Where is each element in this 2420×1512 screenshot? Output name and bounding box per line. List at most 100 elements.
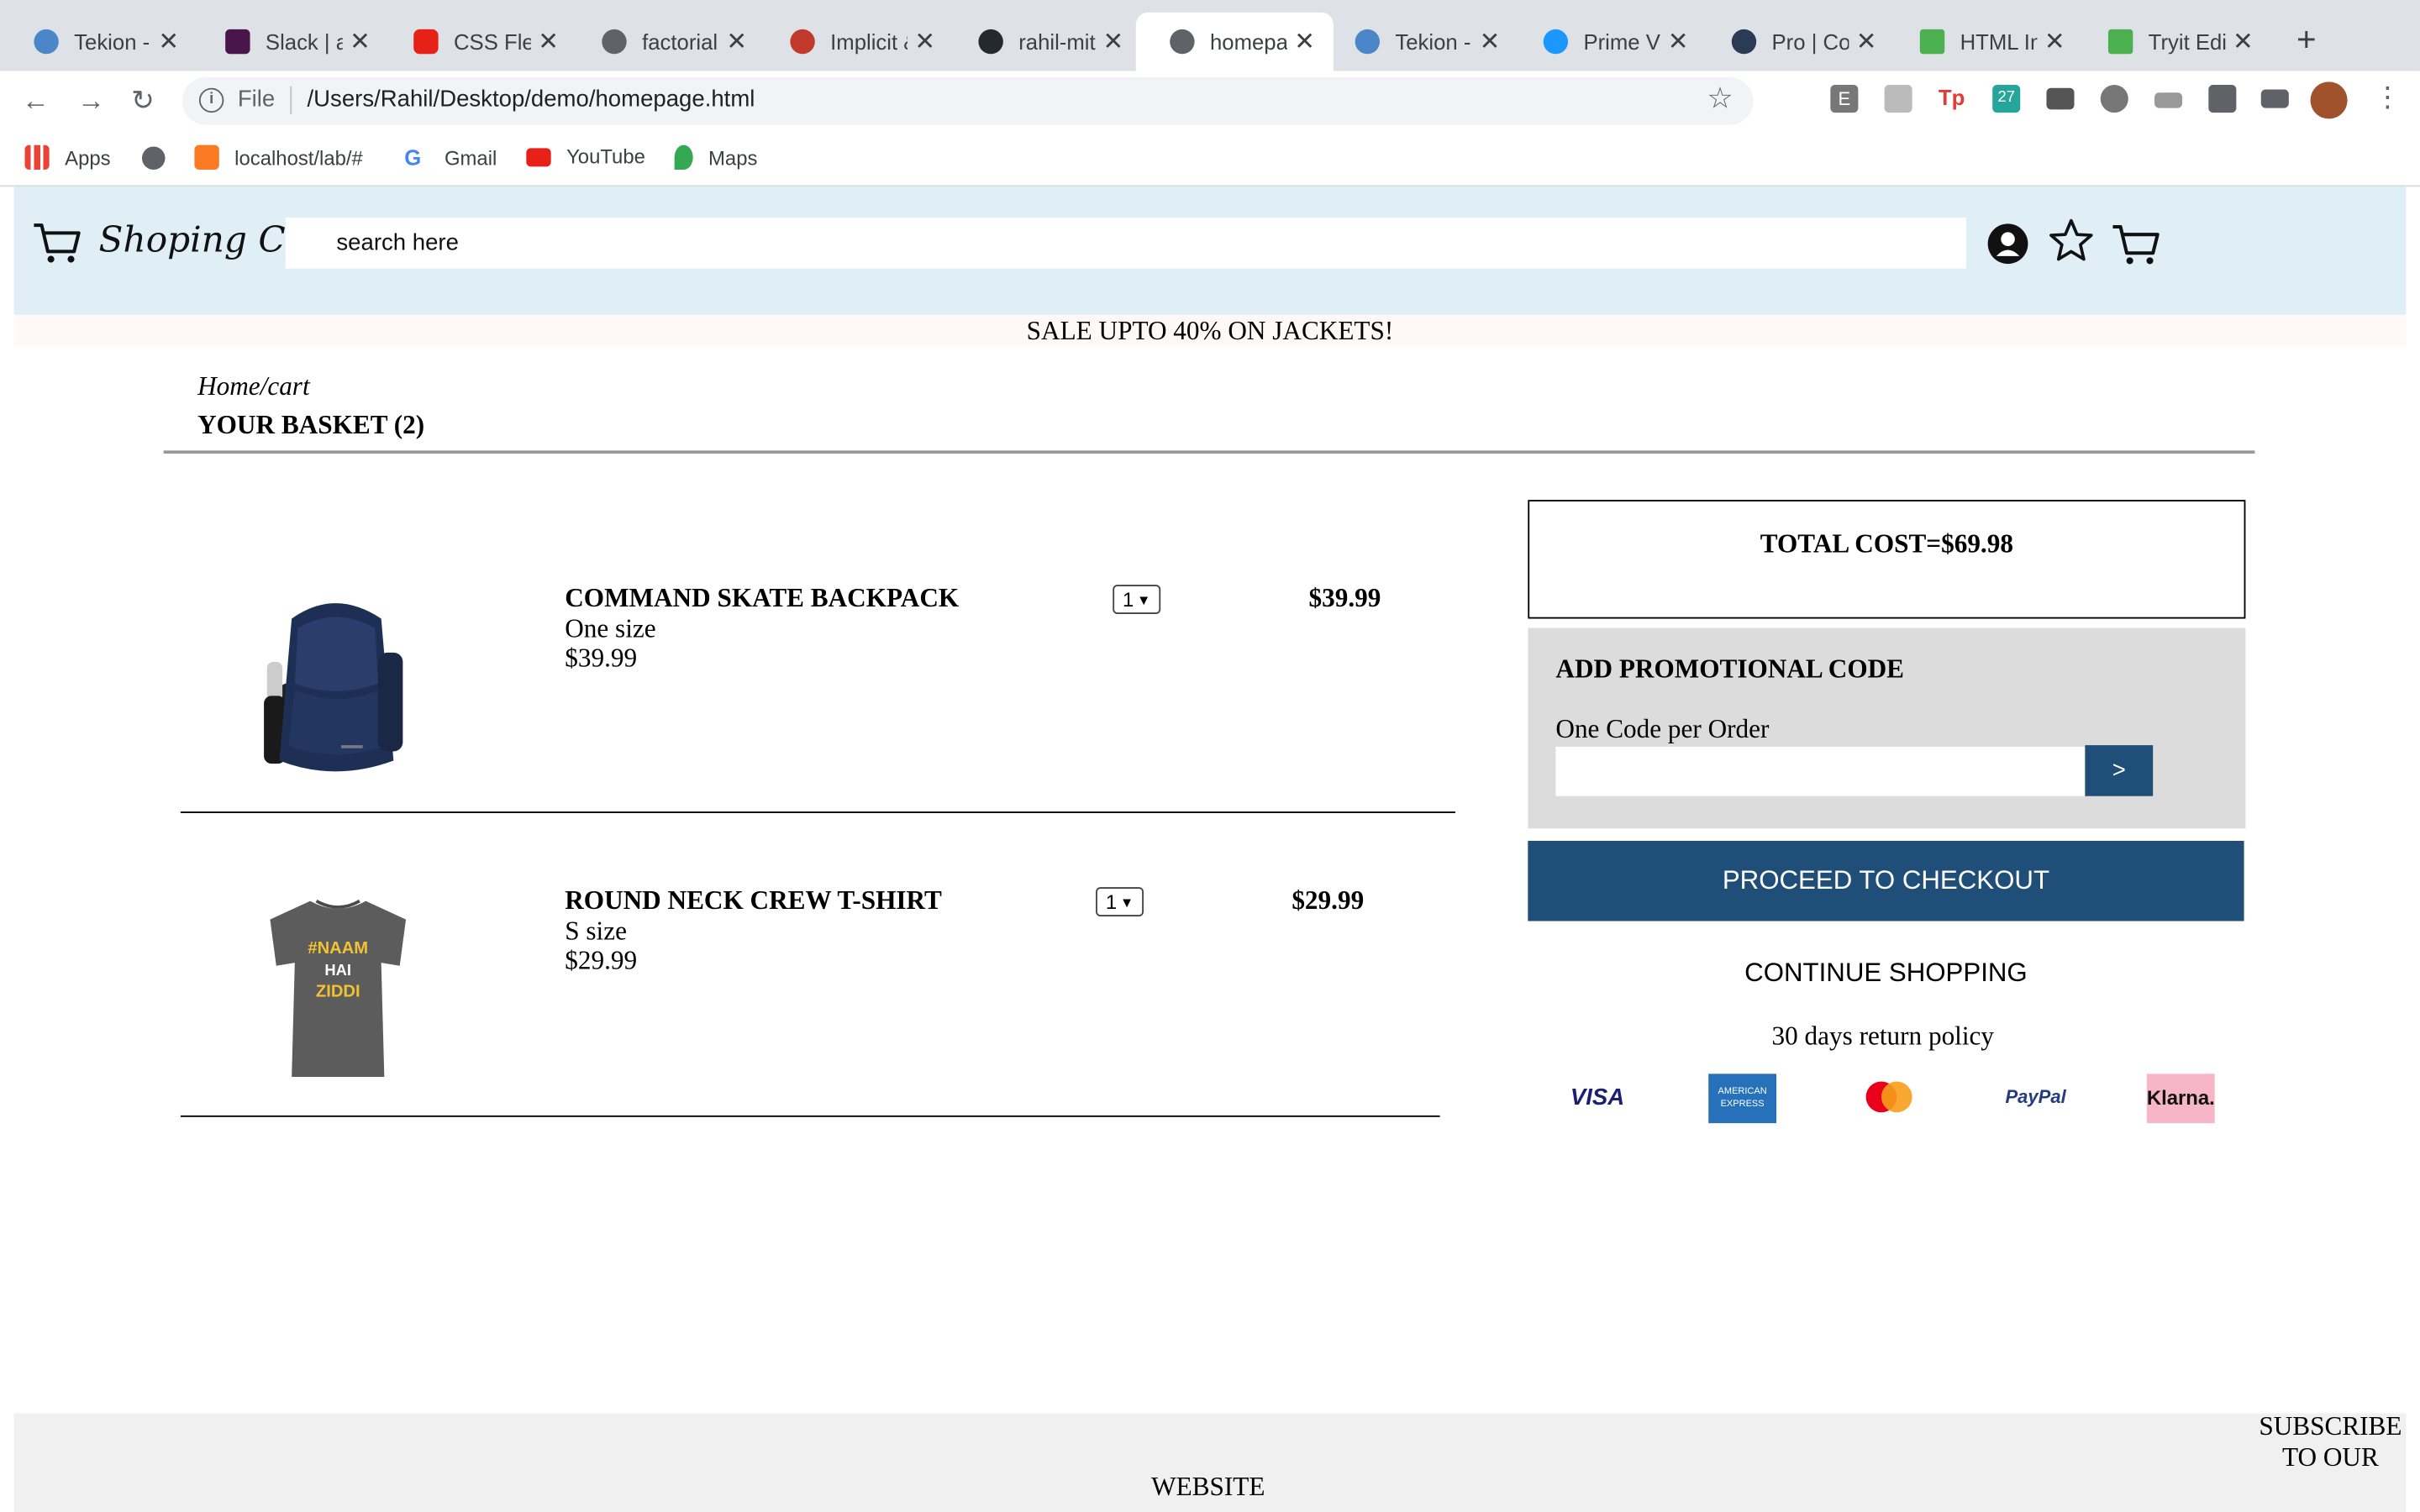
- bookmark-gmail[interactable]: G Gmail: [404, 145, 497, 170]
- browser-tab[interactable]: Pro | Coc ✕: [1697, 13, 1895, 71]
- close-tab-icon[interactable]: ✕: [914, 26, 935, 57]
- extension-icon[interactable]: [2046, 87, 2075, 110]
- browser-tab[interactable]: Slack | a ✕: [192, 13, 389, 71]
- browser-tab[interactable]: CSS Flex ✕: [380, 13, 577, 71]
- extension-icon[interactable]: 27: [1992, 85, 2021, 113]
- menu-kebab-icon[interactable]: ⋮: [2374, 81, 2402, 114]
- close-tab-icon[interactable]: ✕: [726, 26, 747, 57]
- tab-title: HTML Im: [1960, 29, 2038, 55]
- browser-tab-strip: Tekion - ✕ Slack | a ✕ CSS Flex ✕ factor…: [0, 0, 2420, 71]
- tab-favicon-icon: [1543, 29, 1569, 55]
- address-bar[interactable]: i File /Users/Rahil/Desktop/demo/homepag…: [182, 76, 1754, 125]
- browser-tab-active[interactable]: homepa ✕: [1135, 12, 1334, 71]
- globe-icon: [1170, 29, 1195, 55]
- chevron-down-icon: ▼: [1137, 591, 1151, 607]
- forward-icon[interactable]: →: [77, 85, 105, 118]
- total-cost-box: TOTAL COST=$69.98: [1528, 500, 2246, 619]
- apps-grid-icon: [24, 144, 50, 171]
- divider: [180, 811, 1456, 813]
- profile-avatar[interactable]: [2310, 81, 2348, 119]
- paypal-logo: PayPal: [2005, 1086, 2066, 1108]
- back-icon[interactable]: ←: [22, 85, 50, 118]
- cart-icon[interactable]: [2112, 222, 2161, 268]
- reload-icon[interactable]: ↻: [131, 85, 155, 118]
- item-name[interactable]: COMMAND SKATE BACKPACK: [565, 583, 959, 614]
- info-icon[interactable]: i: [198, 87, 224, 113]
- quantity-select[interactable]: 1 ▼: [1096, 887, 1144, 916]
- klarna-logo: Klarna.: [2146, 1074, 2215, 1124]
- continue-shopping-link[interactable]: CONTINUE SHOPPING: [1528, 958, 2244, 990]
- tab-favicon-icon: [2107, 29, 2133, 55]
- maps-pin-icon: [674, 144, 693, 171]
- cart-logo-icon[interactable]: [33, 221, 82, 267]
- close-tab-icon[interactable]: ✕: [2233, 26, 2254, 57]
- browser-tab[interactable]: Prime Vi ✕: [1509, 13, 1707, 71]
- item-name[interactable]: ROUND NECK CREW T-SHIRT: [565, 885, 942, 916]
- bookmark-maps[interactable]: Maps: [674, 144, 757, 171]
- tab-title: Tekion -: [74, 29, 150, 55]
- extensions-puzzle-icon[interactable]: [2208, 85, 2237, 113]
- browser-tab[interactable]: Tekion - ✕: [0, 13, 197, 71]
- user-account-icon[interactable]: [1986, 222, 2029, 265]
- bookmark-label: localhost/lab/#: [234, 145, 363, 170]
- search-input[interactable]: [285, 217, 1966, 269]
- favorites-star-icon[interactable]: [2048, 218, 2094, 264]
- browser-toolbar: ← → ↻ i File /Users/Rahil/Desktop/demo/h…: [0, 71, 2420, 133]
- browser-tab[interactable]: Implicit & ✕: [756, 13, 954, 71]
- bookmark-star-icon[interactable]: ☆: [1707, 81, 1733, 117]
- extension-icon[interactable]: [2100, 85, 2128, 113]
- reading-list-icon[interactable]: [2260, 89, 2289, 108]
- tab-favicon-icon: [413, 29, 439, 55]
- tab-favicon-icon: [790, 29, 815, 55]
- promo-code-input[interactable]: [1555, 746, 2086, 796]
- bookmark-localhost[interactable]: localhost/lab/#: [194, 144, 363, 171]
- tab-title: CSS Flex: [453, 29, 531, 55]
- promo-submit-button[interactable]: >: [2085, 745, 2154, 796]
- item-total-price: $39.99: [1308, 583, 1381, 613]
- browser-tab[interactable]: Tekion - ✕: [1321, 13, 1518, 71]
- bookmark-label: YouTube: [566, 144, 645, 169]
- close-tab-icon[interactable]: ✕: [1668, 26, 1689, 57]
- breadcrumb[interactable]: Home/cart: [197, 372, 310, 403]
- url-text[interactable]: /Users/Rahil/Desktop/demo/homepage.html: [308, 87, 755, 113]
- close-tab-icon[interactable]: ✕: [538, 26, 559, 57]
- youtube-icon: [526, 147, 551, 166]
- globe-icon[interactable]: [141, 146, 166, 171]
- tab-favicon-icon: [1731, 29, 1757, 55]
- backpack-image: [264, 603, 403, 772]
- tab-title: Pro | Coc: [1771, 29, 1849, 55]
- browser-tab[interactable]: factorial ✕: [568, 13, 765, 71]
- extension-icon[interactable]: Tp: [1938, 85, 1966, 113]
- item-unit-price: $39.99: [565, 643, 638, 673]
- site-footer: WEBSITE SUBSCRIBE TO OUR: [13, 1412, 2407, 1512]
- close-tab-icon[interactable]: ✕: [1294, 26, 1315, 57]
- promo-code-panel: ADD PROMOTIONAL CODE One Code per Order …: [1528, 627, 2246, 829]
- divider: [180, 1115, 1440, 1117]
- extension-icon[interactable]: [2154, 92, 2183, 108]
- bookmark-apps[interactable]: Apps: [24, 144, 111, 171]
- close-tab-icon[interactable]: ✕: [1102, 26, 1123, 57]
- url-scheme: File: [237, 86, 276, 113]
- cart-item: COMMAND SKATE BACKPACK One size $39.99 1…: [180, 501, 1456, 813]
- browser-tab[interactable]: rahil-mit ✕: [944, 13, 1142, 71]
- checkout-button[interactable]: PROCEED TO CHECKOUT: [1528, 841, 2244, 921]
- quantity-select[interactable]: 1 ▼: [1113, 585, 1161, 615]
- close-tab-icon[interactable]: ✕: [1856, 26, 1877, 57]
- tab-title: homepa: [1209, 29, 1287, 55]
- extension-icon[interactable]: [1884, 85, 1912, 113]
- bookmark-youtube[interactable]: YouTube: [526, 144, 645, 169]
- close-tab-icon[interactable]: ✕: [2044, 26, 2065, 57]
- tab-favicon-icon: [602, 29, 627, 55]
- tab-favicon-icon: [225, 29, 250, 55]
- visa-logo: VISA: [1570, 1084, 1625, 1111]
- close-tab-icon[interactable]: ✕: [158, 26, 179, 57]
- extension-icon[interactable]: E: [1830, 85, 1859, 113]
- footer-subscribe-heading: SUBSCRIBE TO OUR: [2259, 1411, 2402, 1473]
- close-tab-icon[interactable]: ✕: [350, 26, 371, 57]
- bookmark-label: Apps: [65, 145, 111, 170]
- xampp-icon: [194, 144, 219, 171]
- browser-tab[interactable]: Tryit Edi ✕: [2075, 13, 2272, 71]
- close-tab-icon[interactable]: ✕: [1480, 26, 1501, 57]
- new-tab-icon[interactable]: +: [2296, 20, 2317, 60]
- browser-tab[interactable]: HTML Im ✕: [1886, 13, 2083, 71]
